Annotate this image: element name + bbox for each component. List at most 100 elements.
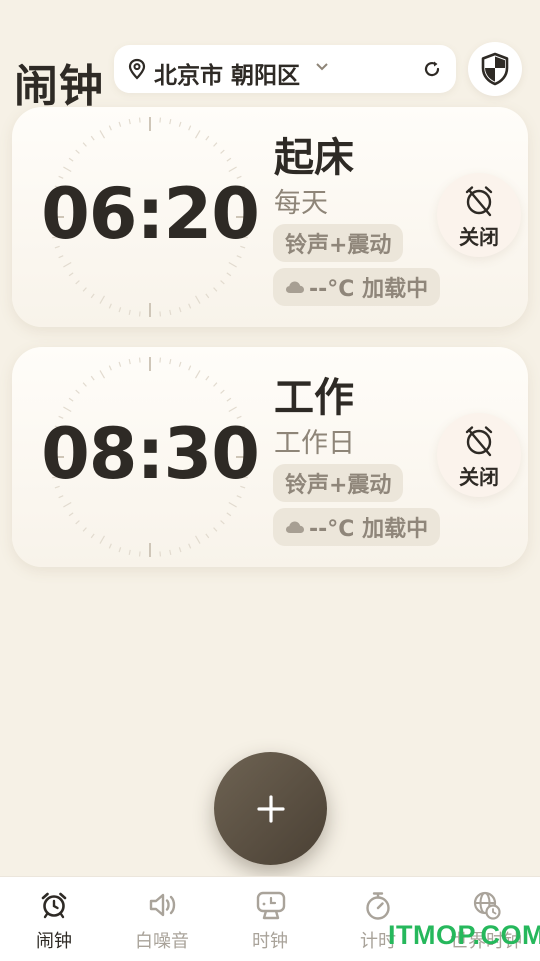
dial-tick (128, 549, 131, 555)
dial-tick (138, 311, 141, 317)
dial-tick (213, 382, 218, 387)
dial-tick (178, 547, 182, 553)
dial-tick (169, 309, 172, 315)
dial-tick (75, 149, 80, 154)
alarm-name: 起床 (274, 135, 354, 181)
dial-tick (108, 303, 112, 309)
refresh-icon[interactable] (422, 59, 442, 79)
dial-tick (118, 361, 122, 367)
dial-tick (82, 142, 87, 147)
alarm-off-label: 关闭 (459, 225, 499, 249)
watermark-text: ITMOP.COM (388, 920, 540, 950)
dial-tick (90, 135, 95, 141)
dial-tick (178, 121, 182, 127)
desk-clock-icon (256, 891, 286, 920)
dial-tick (228, 166, 237, 173)
alarm-repeat: 每天 (274, 188, 328, 219)
dial-tick (220, 520, 225, 525)
dial-tick (205, 533, 210, 539)
dial-tick (188, 125, 192, 131)
dial-tick (118, 547, 122, 553)
add-alarm-button[interactable] (214, 752, 327, 865)
dial-tick (90, 375, 95, 381)
nav-item-clock[interactable]: 时钟 (216, 877, 324, 961)
dial-tick (159, 357, 162, 363)
dial-tick (226, 512, 232, 517)
dial-tick (68, 397, 74, 402)
dial-tick (82, 527, 87, 532)
dial-tick (213, 527, 218, 532)
dial-tick (68, 157, 74, 162)
dial-tick (194, 370, 201, 379)
dial-tick (228, 501, 237, 508)
dial-tick (118, 307, 122, 313)
alarm-off-icon (465, 186, 493, 217)
dial-tick (236, 495, 242, 499)
nav-label: 闹钟 (36, 931, 72, 952)
dial-tick (58, 495, 64, 499)
alarm-name: 工作 (274, 375, 354, 421)
dial-tick (99, 130, 106, 139)
alarm-sound-chip: 铃声+震动 (273, 224, 404, 262)
dial-tick (108, 365, 112, 371)
dial-tick (138, 551, 141, 557)
plus-icon (256, 794, 285, 823)
alarm-card[interactable]: 06:20 起床 每天 铃声+震动 --°C 加载中 关闭 (12, 107, 528, 327)
dial-tick (194, 130, 201, 139)
dial-tick (99, 370, 106, 379)
dial-tick (178, 307, 182, 313)
alarm-card[interactable]: 08:30 工作 工作日 铃声+震动 --°C 加载中 关闭 (12, 347, 528, 567)
shield-icon (481, 52, 509, 86)
nav-item-alarm[interactable]: 闹钟 (0, 877, 108, 961)
dial-tick (188, 303, 192, 309)
dial-tick (178, 361, 182, 367)
dial-tick (213, 287, 218, 292)
nav-label: 白噪音 (135, 931, 189, 952)
dial-tick (220, 389, 225, 394)
location-selector[interactable]: 北京市 朝阳区 (114, 45, 456, 93)
security-button[interactable] (468, 42, 522, 96)
alarm-clock-icon (41, 892, 67, 919)
page-title: 闹钟 (14, 61, 104, 112)
dial-tick (226, 157, 232, 162)
dial-tick (90, 533, 95, 539)
nav-item-white-noise[interactable]: 白噪音 (108, 877, 216, 961)
dial-tick (228, 406, 237, 413)
alarm-off-button[interactable]: 关闭 (437, 173, 521, 257)
dial-tick (138, 117, 141, 123)
dial-tick (118, 121, 122, 127)
alarm-time: 06:20 (41, 173, 260, 255)
alarm-time: 08:30 (41, 413, 260, 495)
weather-chip: --°C 加载中 (273, 508, 441, 546)
dial-tick (128, 359, 131, 365)
dial-tick (205, 375, 210, 381)
chevron-down-icon (316, 63, 328, 71)
cloud-icon (286, 521, 304, 533)
dial-tick (75, 280, 80, 285)
alarm-off-button[interactable]: 关闭 (437, 413, 521, 497)
dial-tick (220, 149, 225, 154)
cloud-icon (286, 281, 304, 293)
dial-tick (68, 272, 74, 277)
dial-tick (226, 272, 232, 277)
dial-tick (63, 406, 72, 413)
alarm-off-icon (465, 426, 493, 457)
dial-tick (90, 293, 95, 299)
dial-tick (58, 255, 64, 259)
alarm-repeat: 工作日 (274, 428, 355, 459)
dial-tick (194, 535, 201, 544)
speaker-icon (149, 893, 176, 917)
dial-tick (169, 359, 172, 365)
dial-tick (138, 357, 141, 363)
dial-tick (220, 280, 225, 285)
dial-tick (99, 535, 106, 544)
dial-tick (75, 389, 80, 394)
dial-tick (159, 311, 162, 317)
dial-tick (169, 119, 172, 125)
dial-tick (128, 309, 131, 315)
stopwatch-icon (366, 892, 390, 920)
dial-tick (213, 142, 218, 147)
dial-tick (226, 397, 232, 402)
dial-tick (63, 501, 72, 508)
dial-tick (205, 135, 210, 141)
